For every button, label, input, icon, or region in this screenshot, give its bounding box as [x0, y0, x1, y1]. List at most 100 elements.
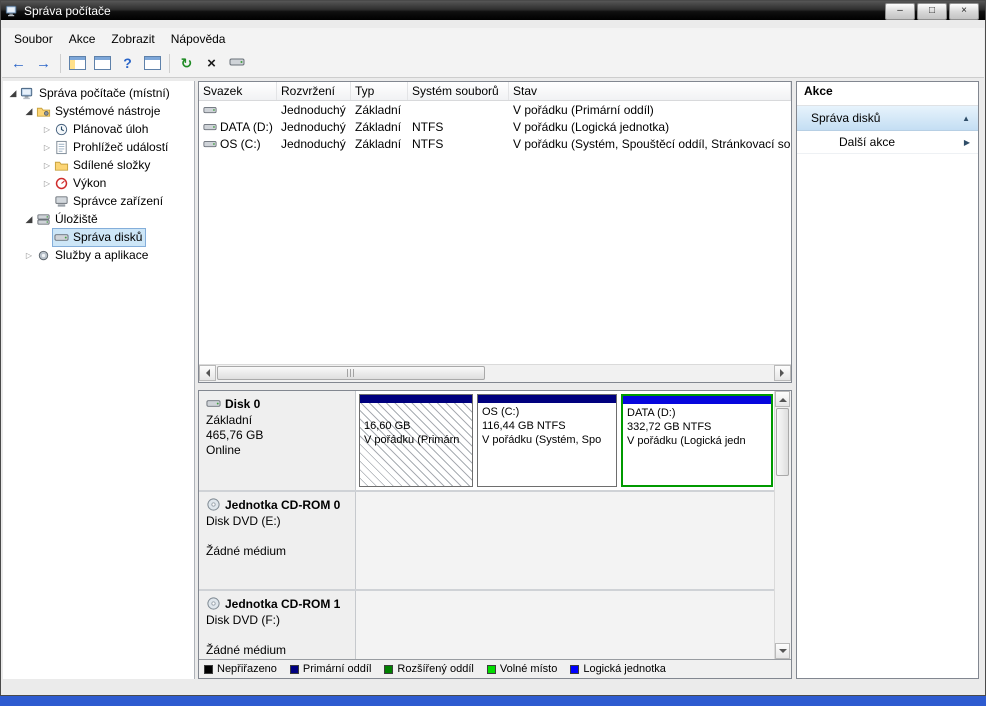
- volume-type: Základní: [355, 136, 402, 151]
- menu-soubor[interactable]: Soubor: [6, 29, 61, 49]
- vertical-scrollbar[interactable]: [774, 391, 791, 659]
- tree-item-label: Sdílené složky: [73, 158, 151, 172]
- legend-bar: Nepřiřazeno Primární oddíl Rozšířený odd…: [199, 659, 791, 678]
- show-console-tree-button[interactable]: [66, 52, 89, 74]
- scroll-up-button[interactable]: [775, 391, 790, 407]
- disk-management-icon: [54, 230, 69, 245]
- back-button[interactable]: ←: [7, 52, 30, 74]
- tree-expand-icon[interactable]: ◢: [23, 106, 35, 117]
- column-header-typ[interactable]: Typ: [351, 82, 408, 100]
- back-icon: ←: [11, 54, 26, 72]
- column-header-rozvrzeni[interactable]: Rozvržení: [277, 82, 351, 100]
- cd-rom-icon: [206, 497, 221, 512]
- scroll-left-button[interactable]: [199, 365, 216, 381]
- refresh-button[interactable]: ↻: [175, 52, 198, 74]
- tree-collapse-icon[interactable]: ▷: [41, 143, 53, 152]
- tree-item-uloziste[interactable]: ◢ Úložiště: [3, 210, 194, 228]
- volume-name: DATA (D:): [220, 119, 273, 134]
- task-scheduler-icon: [54, 122, 69, 137]
- tree-item-sluzby-a-aplikace[interactable]: ▷ Služby a aplikace: [3, 246, 194, 264]
- volume-fs: NTFS: [412, 119, 444, 134]
- close-button[interactable]: ×: [949, 3, 979, 20]
- actions-pane: Akce Správa disků ▲ Další akce ▶: [796, 81, 979, 679]
- column-header-svazek[interactable]: Svazek: [199, 82, 277, 100]
- extended-partition-swatch-icon: [384, 664, 394, 674]
- partition-os-c[interactable]: OS (C:) 116,44 GB NTFS V pořádku (Systém…: [477, 394, 617, 487]
- action-sprava-disku[interactable]: Správa disků ▲: [797, 106, 978, 131]
- scroll-right-button[interactable]: [774, 365, 791, 381]
- tree-item-vykon[interactable]: ▷ Výkon: [3, 174, 194, 192]
- hard-disk-icon: [206, 396, 221, 411]
- tree-item-planovac-uloh[interactable]: ▷ Plánovač úloh: [3, 120, 194, 138]
- tree-item-prohlizec-udalosti[interactable]: ▷ Prohlížeč událostí: [3, 138, 194, 156]
- scrollbar-grip-icon: [346, 369, 356, 377]
- tree-item-sprava-disku[interactable]: Správa disků: [3, 227, 194, 247]
- tree-item-systemove-nastroje[interactable]: ◢ Systémové nástroje: [3, 102, 194, 120]
- cdrom1-media-area[interactable]: [356, 591, 775, 659]
- logical-drive-bar: [623, 396, 771, 404]
- help-button[interactable]: ?: [116, 52, 139, 74]
- volume-row-unnamed[interactable]: Jednoduchý Základní V pořádku (Primární …: [199, 101, 791, 118]
- partition-size: 16,60 GB: [364, 420, 411, 432]
- scrollbar-track[interactable]: [216, 365, 774, 382]
- menu-zobrazit[interactable]: Zobrazit: [103, 29, 162, 49]
- volume-row-data-d[interactable]: DATA (D:) Jednoduchý Základní NTFS V poř…: [199, 118, 791, 135]
- disk-properties-button[interactable]: [225, 52, 248, 74]
- horizontal-scrollbar[interactable]: [199, 364, 791, 382]
- show-action-pane-button[interactable]: [141, 52, 164, 74]
- tree-item-spravce-zarizeni[interactable]: Správce zařízení: [3, 192, 194, 210]
- scrollbar-thumb[interactable]: [217, 366, 485, 380]
- forward-button[interactable]: →: [32, 52, 55, 74]
- cdrom1-header[interactable]: Jednotka CD-ROM 1 Disk DVD (F:) Žádné mé…: [199, 591, 356, 659]
- tree-collapse-icon[interactable]: ▷: [41, 179, 53, 188]
- volume-row-os-c[interactable]: OS (C:) Jednoduchý Základní NTFS V pořád…: [199, 135, 791, 152]
- system-tools-icon: [36, 104, 51, 119]
- app-icon: [5, 4, 19, 18]
- maximize-button[interactable]: □: [917, 3, 947, 20]
- tree-item-sprava-pocitace[interactable]: ◢ Správa počítače (místní): [3, 84, 194, 102]
- scrollbar-thumb[interactable]: [776, 408, 789, 476]
- legend-label: Rozšířený oddíl: [397, 663, 474, 675]
- minimize-button[interactable]: –: [885, 3, 915, 20]
- window-icon: [94, 56, 111, 70]
- console-tree: ◢ Správa počítače (místní) ◢ Systémové n…: [3, 81, 195, 679]
- collapse-chevron-icon[interactable]: ▲: [962, 114, 970, 123]
- tree-collapse-icon[interactable]: ▷: [23, 251, 35, 260]
- caption-buttons: – □ ×: [885, 3, 979, 20]
- disk-type: Disk DVD (F:): [206, 613, 280, 627]
- menu-napoveda[interactable]: Nápověda: [163, 29, 234, 49]
- scroll-down-button[interactable]: [775, 643, 790, 659]
- partition-recovery[interactable]: 16,60 GB V pořádku (Primárn: [359, 394, 473, 487]
- performance-icon: [54, 176, 69, 191]
- computer-management-window: Správa počítače – □ × Soubor Akce Zobraz…: [0, 0, 986, 696]
- scroll-left-icon: [202, 369, 210, 377]
- shared-folders-icon: [54, 158, 69, 173]
- tree-item-label: Výkon: [73, 176, 107, 190]
- disk-properties-icon: [229, 54, 245, 73]
- logical-drive-swatch-icon: [570, 664, 580, 674]
- tree-expand-icon[interactable]: ◢: [23, 214, 35, 225]
- show-window-button[interactable]: [91, 52, 114, 74]
- action-dalsi-akce[interactable]: Další akce ▶: [797, 131, 978, 154]
- tree-collapse-icon[interactable]: ▷: [41, 161, 53, 170]
- primary-partition-bar: [478, 395, 616, 403]
- volume-status: V pořádku (Primární oddíl): [513, 102, 654, 117]
- tree-item-sdilene-slozky[interactable]: ▷ Sdílené složky: [3, 156, 194, 174]
- event-viewer-icon: [54, 140, 69, 155]
- tree-collapse-icon[interactable]: ▷: [41, 125, 53, 134]
- volume-list-pane: Svazek Rozvržení Typ Systém souborů Stav…: [198, 81, 792, 383]
- tree-expand-icon[interactable]: ◢: [7, 88, 19, 99]
- partition-status: V pořádku (Logická jedn: [627, 435, 746, 447]
- help-icon: ?: [123, 55, 132, 71]
- partition-data-d[interactable]: DATA (D:) 332,72 GB NTFS V pořádku (Logi…: [621, 394, 773, 487]
- menu-akce[interactable]: Akce: [61, 29, 104, 49]
- column-header-stav[interactable]: Stav: [509, 82, 791, 100]
- column-header-system-souboru[interactable]: Systém souborů: [408, 82, 509, 100]
- disk0-header[interactable]: Disk 0 Základní 465,76 GB Online: [199, 391, 356, 490]
- cdrom0-header[interactable]: Jednotka CD-ROM 0 Disk DVD (E:) Žádné mé…: [199, 492, 356, 589]
- disk-type: Disk DVD (E:): [206, 514, 281, 528]
- menu-bar: Soubor Akce Zobrazit Nápověda: [2, 28, 984, 50]
- delete-button[interactable]: ×: [200, 52, 223, 74]
- cdrom0-media-area[interactable]: [356, 492, 775, 589]
